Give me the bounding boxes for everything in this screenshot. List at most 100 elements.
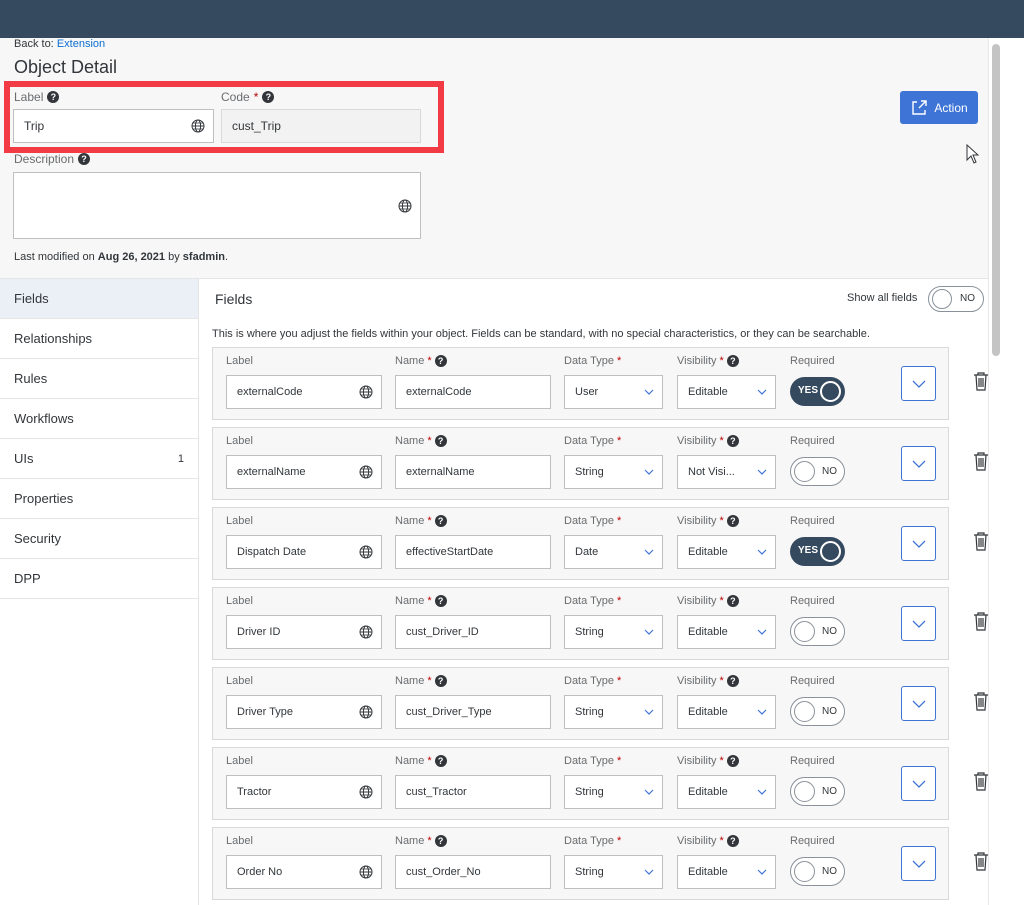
required-toggle[interactable]: NO [790, 857, 845, 886]
required-toggle[interactable]: NO [790, 697, 845, 726]
sidebar-item-uis[interactable]: UIs 1 [0, 439, 198, 479]
field-label-input[interactable]: Dispatch Date [226, 535, 382, 569]
action-button[interactable]: Action [900, 91, 978, 124]
visibility-select[interactable]: Editable [677, 615, 776, 649]
help-icon[interactable]: ? [78, 153, 91, 165]
field-required-caption: Required [790, 595, 835, 607]
field-name-input[interactable]: externalName [395, 455, 551, 489]
field-required-caption: Required [790, 835, 835, 847]
breadcrumb-link[interactable]: Extension [57, 38, 105, 50]
help-icon[interactable]: ? [726, 515, 739, 527]
required-toggle[interactable]: NO [790, 457, 845, 486]
help-icon[interactable]: ? [726, 675, 739, 687]
field-name-input[interactable]: effectiveStartDate [395, 535, 551, 569]
field-label-input[interactable]: Order No [226, 855, 382, 889]
sidebar-item-security[interactable]: Security [0, 519, 198, 559]
help-icon[interactable]: ? [726, 755, 739, 767]
help-icon[interactable]: ? [434, 675, 447, 687]
field-label-input[interactable]: externalName [226, 455, 382, 489]
field-required-caption: Required [790, 515, 835, 527]
visibility-select[interactable]: Editable [677, 855, 776, 889]
required-toggle[interactable]: YES [790, 377, 845, 406]
trash-icon[interactable] [973, 691, 989, 711]
scroll-thumb[interactable] [992, 44, 1000, 356]
globe-icon[interactable] [359, 865, 373, 879]
required-toggle[interactable]: YES [790, 537, 845, 566]
data-type-select[interactable]: Date [564, 535, 663, 569]
data-type-select[interactable]: String [564, 775, 663, 809]
field-label-input[interactable]: Driver ID [226, 615, 382, 649]
expand-row-button[interactable] [901, 446, 936, 481]
trash-icon[interactable] [973, 771, 989, 791]
chevron-down-icon [644, 709, 654, 715]
data-type-select[interactable]: String [564, 455, 663, 489]
trash-icon[interactable] [973, 371, 989, 391]
globe-icon[interactable] [359, 385, 373, 399]
data-type-select[interactable]: User [564, 375, 663, 409]
globe-icon[interactable] [359, 705, 373, 719]
help-icon[interactable]: ? [434, 835, 447, 847]
sidebar-item-rules[interactable]: Rules [0, 359, 198, 399]
trash-icon[interactable] [973, 531, 989, 551]
data-type-select[interactable]: String [564, 855, 663, 889]
expand-row-button[interactable] [901, 846, 936, 881]
expand-row-button[interactable] [901, 366, 936, 401]
field-label-input[interactable]: externalCode [226, 375, 382, 409]
sidebar-item-workflows[interactable]: Workflows [0, 399, 198, 439]
visibility-select[interactable]: Editable [677, 695, 776, 729]
globe-icon[interactable] [359, 465, 373, 479]
expand-row-button[interactable] [901, 766, 936, 801]
field-label-caption: Label [226, 755, 253, 767]
help-icon[interactable]: ? [434, 355, 447, 367]
field-name-input[interactable]: externalCode [395, 375, 551, 409]
help-icon[interactable]: ? [434, 595, 447, 607]
field-label-input[interactable]: Tractor [226, 775, 382, 809]
field-name-input[interactable]: cust_Driver_Type [395, 695, 551, 729]
description-input[interactable] [13, 172, 421, 239]
visibility-select[interactable]: Editable [677, 375, 776, 409]
trash-icon[interactable] [973, 451, 989, 471]
globe-icon[interactable] [359, 785, 373, 799]
help-icon[interactable]: ? [434, 435, 447, 447]
help-icon[interactable]: ? [726, 835, 739, 847]
globe-icon[interactable] [398, 199, 412, 213]
help-icon[interactable]: ? [726, 435, 739, 447]
visibility-select[interactable]: Editable [677, 775, 776, 809]
expand-row-button[interactable] [901, 606, 936, 641]
help-icon[interactable]: ? [434, 755, 447, 767]
data-type-select[interactable]: String [564, 615, 663, 649]
field-row: Label Name *? Data Type * Visibility *? Require… [212, 587, 988, 660]
help-icon[interactable]: ? [434, 515, 447, 527]
chevron-down-icon [912, 380, 925, 388]
required-toggle[interactable]: NO [790, 617, 845, 646]
sidebar-item-relationships[interactable]: Relationships [0, 319, 198, 359]
page-scrollbar[interactable] [988, 38, 1004, 905]
required-toggle[interactable]: NO [790, 777, 845, 806]
trash-icon[interactable] [973, 851, 989, 871]
field-row: Label Name *? Data Type * Visibility *? Require… [212, 747, 988, 820]
globe-icon[interactable] [359, 545, 373, 559]
field-required-caption: Required [790, 355, 835, 367]
visibility-select[interactable]: Not Visi... [677, 455, 776, 489]
chevron-down-icon [757, 869, 767, 875]
visibility-select[interactable]: Editable [677, 535, 776, 569]
field-label-input[interactable]: Driver Type [226, 695, 382, 729]
globe-icon[interactable] [359, 625, 373, 639]
field-type-caption: Data Type * [564, 595, 622, 607]
data-type-select[interactable]: String [564, 695, 663, 729]
show-all-toggle[interactable]: NO [928, 286, 984, 312]
field-visibility-caption: Visibility *? [677, 675, 739, 687]
field-name-input[interactable]: cust_Tractor [395, 775, 551, 809]
sidebar-item-dpp[interactable]: DPP [0, 559, 198, 599]
expand-row-button[interactable] [901, 526, 936, 561]
sidebar-item-properties[interactable]: Properties [0, 479, 198, 519]
chevron-down-icon [912, 460, 925, 468]
field-name-input[interactable]: cust_Order_No [395, 855, 551, 889]
field-name-input[interactable]: cust_Driver_ID [395, 615, 551, 649]
help-icon[interactable]: ? [726, 595, 739, 607]
expand-row-button[interactable] [901, 686, 936, 721]
sidebar-item-fields[interactable]: Fields [0, 279, 198, 319]
field-row: Label Name *? Data Type * Visibility *? Require… [212, 507, 988, 580]
help-icon[interactable]: ? [726, 355, 739, 367]
trash-icon[interactable] [973, 611, 989, 631]
